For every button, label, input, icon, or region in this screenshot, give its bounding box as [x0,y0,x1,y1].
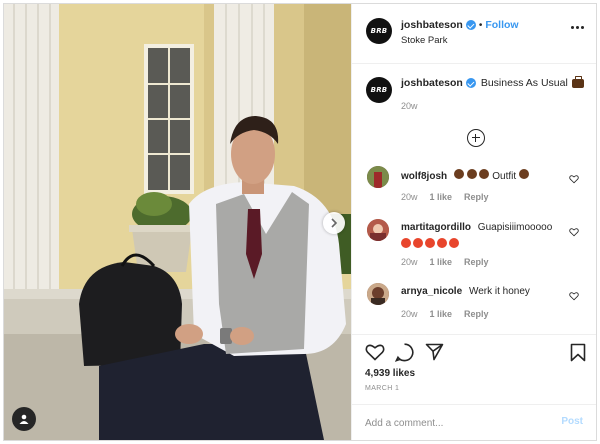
muscle-emoji-icon [453,169,464,179]
avatar[interactable] [367,219,389,241]
heart-icon[interactable] [569,174,579,184]
comment-time: 20w [401,257,418,267]
avatar-image [367,283,389,305]
post-side-panel: BRB joshbateson • Follow Stoke Park BRB … [351,4,596,440]
post-image [4,4,351,440]
tagged-users-button[interactable] [12,407,36,431]
comment-likes[interactable]: 1 like [430,192,453,202]
comment-line: arnya_nicole Werk it honey [401,286,530,297]
caption-time: 20w [401,101,418,111]
comment-bubble-icon[interactable] [395,343,414,362]
post-date: MARCH 1 [365,385,400,392]
comment-input[interactable] [365,415,545,431]
caption-line: joshbateson Business As Usual [401,75,584,89]
fire-emoji-icon [518,169,529,179]
avatar-image [367,219,389,241]
comment-time: 20w [401,309,418,319]
post-comment-button[interactable]: Post [561,416,583,427]
add-comment-bar: Post [352,404,596,440]
comment-text: Outfit [492,171,517,182]
next-photo-button[interactable] [323,212,345,234]
comment-time: 20w [401,192,418,202]
muscle-emoji-icon [479,169,490,179]
comment-text: Werk it honey [468,286,530,297]
location-link[interactable]: Stoke Park [401,35,447,46]
comment-username[interactable]: wolf8josh [401,171,447,182]
comment-meta: 20w 1 like Reply [401,309,489,319]
header-user-line: joshbateson • Follow [401,19,519,31]
verified-badge-icon [465,78,476,88]
follow-button[interactable]: Follow [485,19,518,31]
avatar-image [367,166,389,188]
user-icon [19,414,29,424]
heart-icon[interactable] [569,291,579,301]
load-more-comments-icon[interactable] [467,129,485,147]
chevron-right-icon [331,218,338,228]
briefcase-emoji-icon [571,75,584,88]
comment-line: wolf8josh Outfit [401,169,529,182]
like-heart-icon[interactable] [365,343,385,361]
heart-eyes-emoji-icon [425,238,435,248]
avatar[interactable]: BRB [366,18,392,44]
comment-text: Guapisiiimooooo [477,222,553,233]
avatar[interactable] [367,166,389,188]
post-photo[interactable] [4,4,351,440]
reply-button[interactable]: Reply [464,192,489,202]
comment-username[interactable]: arnya_nicole [401,286,462,297]
reply-button[interactable]: Reply [464,257,489,267]
avatar[interactable] [367,283,389,305]
verified-badge-icon [465,20,476,30]
heart-eyes-emoji-icon [401,238,411,248]
comments-section[interactable]: BRB joshbateson Business As Usual 20w wo… [352,64,596,334]
heart-eyes-emoji-icon [413,238,423,248]
heart-icon[interactable] [569,227,579,237]
caption-avatar[interactable]: BRB [366,77,392,103]
post-dialog: BRB joshbateson • Follow Stoke Park BRB … [3,3,597,441]
separator-dot: • [478,19,483,31]
comment-likes[interactable]: 1 like [430,257,453,267]
comment-meta: 20w 1 like Reply [401,257,489,267]
likes-count[interactable]: 4,939 likes [365,368,415,379]
comment-likes[interactable]: 1 like [430,309,453,319]
post-actions: 4,939 likes MARCH 1 [352,334,596,404]
comment-username[interactable]: martitagordillo [401,222,471,233]
header-username[interactable]: joshbateson [401,19,463,31]
muscle-emoji-icon [466,169,477,179]
comment-meta: 20w 1 like Reply [401,192,489,202]
caption-text: Business As Usual [480,77,568,89]
heart-eyes-emoji-icon [437,238,447,248]
comment-line: martitagordillo Guapisiiimooooo [401,222,552,233]
more-options-icon[interactable] [571,26,584,29]
reply-button[interactable]: Reply [464,309,489,319]
emoji-row [401,238,459,248]
bookmark-icon[interactable] [570,343,586,362]
caption-username[interactable]: joshbateson [401,77,463,89]
heart-eyes-emoji-icon [449,238,459,248]
share-send-icon[interactable] [425,343,444,361]
post-header: BRB joshbateson • Follow Stoke Park [352,4,596,64]
